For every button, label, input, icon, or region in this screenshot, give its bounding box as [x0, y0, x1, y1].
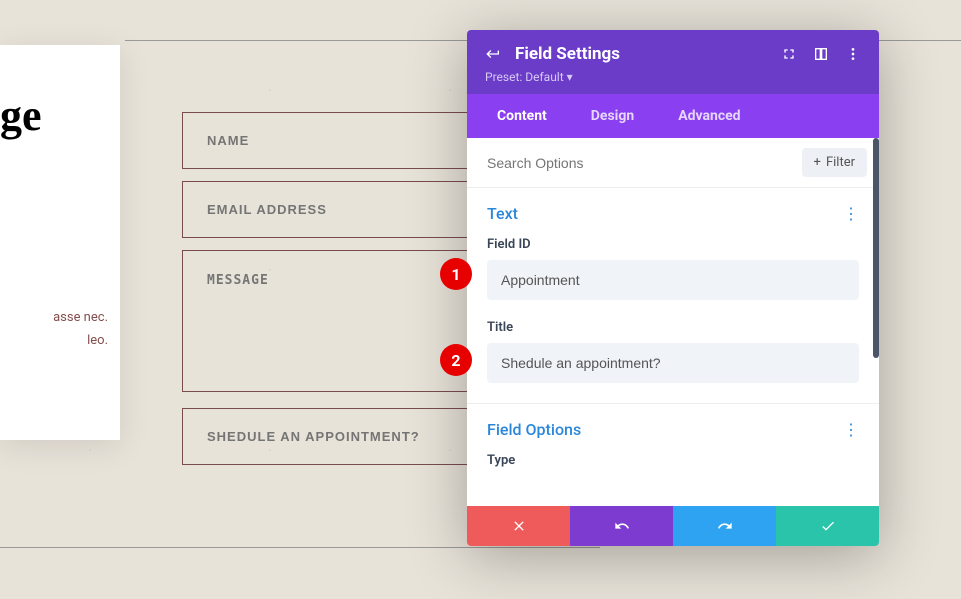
description-fragment: asse nec. leo. — [0, 306, 120, 353]
tab-advanced[interactable]: Advanced — [656, 94, 762, 138]
left-card: ge asse nec. leo. — [0, 45, 120, 440]
section-text-title: Text — [487, 204, 518, 223]
title-input[interactable] — [487, 343, 859, 383]
section-text-menu[interactable]: ⋮ — [843, 204, 859, 223]
columns-icon[interactable] — [813, 46, 829, 62]
filter-button[interactable]: + Filter — [802, 148, 867, 177]
annotation-badge-2: 2 — [440, 344, 472, 376]
tab-design[interactable]: Design — [569, 94, 656, 138]
search-row: + Filter — [467, 138, 879, 188]
undo-button[interactable] — [570, 506, 673, 546]
section-options-menu[interactable]: ⋮ — [843, 420, 859, 439]
preset-dropdown[interactable]: Preset: Default ▾ — [485, 70, 861, 84]
kebab-menu-icon[interactable] — [845, 46, 861, 62]
scrollbar-thumb[interactable] — [873, 138, 879, 358]
redo-button[interactable] — [673, 506, 776, 546]
check-icon — [820, 518, 836, 534]
panel-header: Field Settings Preset: Default ▾ — [467, 30, 879, 94]
redo-icon — [717, 518, 733, 534]
panel-footer — [467, 506, 879, 546]
section-options-title: Field Options — [487, 420, 581, 439]
field-settings-panel: Field Settings Preset: Default ▾ Content… — [467, 30, 879, 546]
page-title-fragment: ge — [0, 90, 120, 141]
bottom-divider — [0, 547, 600, 548]
panel-tabs: Content Design Advanced — [467, 94, 879, 138]
save-button[interactable] — [776, 506, 879, 546]
search-options-input[interactable] — [487, 155, 802, 171]
plus-icon: + — [814, 155, 821, 170]
cancel-button[interactable] — [467, 506, 570, 546]
tab-content[interactable]: Content — [475, 94, 569, 138]
section-text: Text ⋮ Field ID Title — [467, 188, 879, 383]
undo-icon — [614, 518, 630, 534]
fieldid-input[interactable] — [487, 260, 859, 300]
fieldid-label: Field ID — [487, 237, 859, 252]
expand-icon[interactable] — [781, 46, 797, 62]
type-label: Type — [487, 453, 859, 468]
close-icon — [511, 518, 527, 534]
panel-body: + Filter Text ⋮ Field ID Title Field Opt… — [467, 138, 879, 506]
section-field-options: Field Options ⋮ Type — [467, 404, 879, 468]
annotation-badge-1: 1 — [440, 258, 472, 290]
back-icon[interactable] — [485, 46, 501, 62]
panel-title: Field Settings — [515, 44, 620, 64]
title-label: Title — [487, 320, 859, 335]
